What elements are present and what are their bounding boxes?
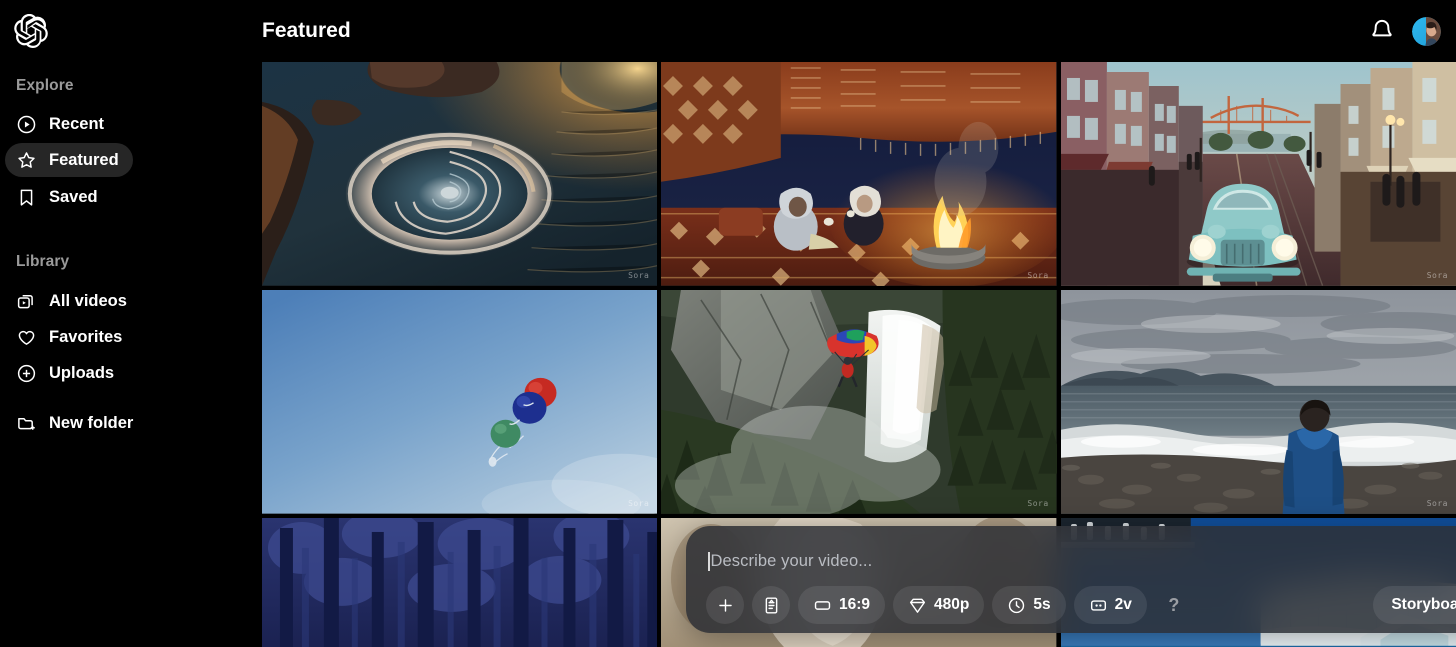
cameo-card-icon [762,596,781,615]
video-tile-balloons-blue-sky[interactable]: Sora [262,290,658,514]
variations-button[interactable]: 2v [1073,586,1147,624]
plus-icon [716,596,735,615]
video-tile-vintage-car-san-francisco[interactable]: Sora [1060,62,1456,286]
question-icon: ? [1168,595,1180,615]
sidebar-item-label: Uploads [49,363,115,382]
video-stack-icon [16,291,37,312]
aspect-ratio-icon [813,596,832,615]
sidebar-item-label: Favorites [49,327,123,346]
text-caret [708,551,710,571]
avatar[interactable] [1412,16,1441,46]
clock-icon [1007,596,1026,615]
sidebar-item-featured[interactable]: Featured [5,143,133,177]
tile-watermark: Sora [628,271,650,280]
openai-logo-icon[interactable] [14,14,48,48]
video-tile-night-forest-fireflies[interactable]: Sora [262,518,658,647]
aspect-ratio-button[interactable]: 16:9 [798,586,886,624]
help-button[interactable]: ? [1155,586,1193,624]
sidebar: Explore Recent Featured Saved Library Al [0,0,262,647]
gem-icon [908,596,927,615]
tile-watermark: Sora [1426,499,1448,508]
tile-watermark: Sora [1426,271,1448,280]
sidebar-item-favorites[interactable]: Favorites [5,320,136,354]
video-tile-person-overcast-beach[interactable]: Sora [1060,290,1456,514]
tile-watermark: Sora [1027,499,1049,508]
storyboard-button[interactable]: Storyboard [1373,586,1456,624]
duration-value: 5s [1033,596,1051,613]
sidebar-item-uploads[interactable]: Uploads [5,356,128,390]
top-bar-actions [1368,16,1456,46]
attach-button[interactable] [706,586,744,624]
sidebar-section-label-library: Library [16,253,70,270]
top-bar: Featured [262,0,1456,62]
sidebar-item-label: Recent [49,114,105,133]
page-title: Featured [262,19,351,42]
duration-button[interactable]: 5s [992,586,1066,624]
cameo-button[interactable] [752,586,790,624]
play-circle-icon [16,114,37,135]
prompt-composer[interactable]: Describe your video... 16:9 480p 5s 2v ?… [686,526,1456,633]
variations-icon [1089,596,1108,615]
sidebar-item-label: New folder [49,413,134,432]
folder-plus-icon [16,413,37,434]
tile-watermark: Sora [1027,271,1049,280]
video-tile-base-jumper-waterfall[interactable]: Sora [661,290,1057,514]
star-icon [16,150,37,171]
tile-watermark: Sora [628,499,650,508]
heart-icon [16,327,37,348]
sora-app-window: Explore Recent Featured Saved Library Al [0,0,1456,647]
sidebar-item-recent[interactable]: Recent [5,107,118,141]
aspect-ratio-value: 16:9 [839,596,871,613]
video-tile-bedouin-tent-campfire[interactable]: Sora [661,62,1057,286]
video-tile-ocean-whirlpool-sunset[interactable]: Sora [262,62,658,286]
sidebar-item-label: Featured [49,150,119,169]
sidebar-section-label-explore: Explore [16,77,74,94]
resolution-button[interactable]: 480p [893,586,985,624]
resolution-value: 480p [934,596,970,613]
bell-icon[interactable] [1368,17,1396,45]
plus-circle-icon [16,363,37,384]
sidebar-item-all-videos[interactable]: All videos [5,284,141,318]
sidebar-item-saved[interactable]: Saved [5,180,112,214]
main-content: Featured Sora Sora Sora Sora Sora Sora D… [262,0,1456,647]
sidebar-item-label: Saved [49,187,98,206]
prompt-input[interactable]: Describe your video... [708,548,1456,574]
composer-toolbar: 16:9 480p 5s 2v ? Storyboa [706,586,1456,624]
sidebar-item-new-folder[interactable]: New folder [5,406,147,440]
variations-value: 2v [1114,596,1132,613]
sidebar-item-label: All videos [49,291,127,310]
prompt-placeholder: Describe your video... [710,551,873,570]
bookmark-icon [16,187,37,208]
storyboard-label: Storyboard [1391,596,1456,613]
